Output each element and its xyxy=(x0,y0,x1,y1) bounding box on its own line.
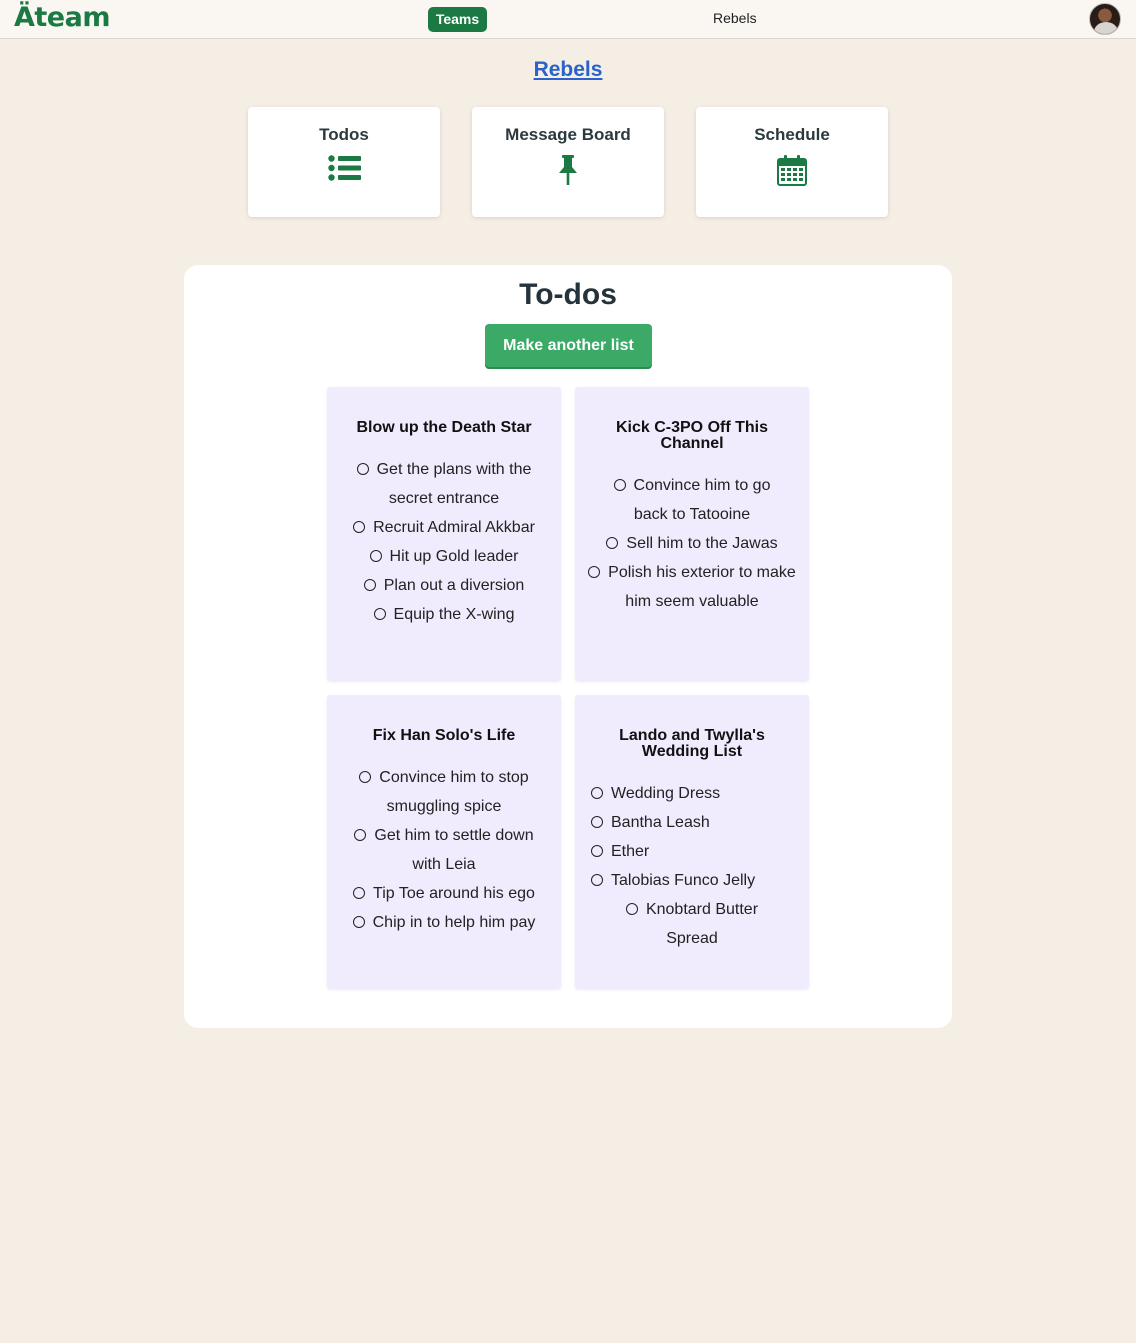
list-title: Kick C-3PO Off This Channel xyxy=(615,419,769,452)
todo-item[interactable]: Chip in to help him pay xyxy=(339,908,549,937)
todo-item[interactable]: Convince him to stop smuggling spice xyxy=(339,763,549,821)
checkbox-circle-icon[interactable] xyxy=(591,874,603,886)
tool-label: Message Board xyxy=(505,125,631,144)
todo-item[interactable]: Plan out a diversion xyxy=(339,571,549,600)
todo-item[interactable]: Knobtard Butter Spread xyxy=(587,895,797,953)
checkbox-circle-icon[interactable] xyxy=(352,916,365,928)
checkbox-circle-icon[interactable] xyxy=(625,903,638,915)
app-logo[interactable]: Äteam xyxy=(14,2,110,33)
todo-items: Convince him to go back to Tatooine Sell… xyxy=(587,471,797,616)
schedule-tool-card[interactable]: Schedule xyxy=(696,107,888,217)
todo-item[interactable]: Get him to settle down with Leia xyxy=(339,821,549,879)
top-nav: Äteam Teams Rebels xyxy=(0,0,1136,39)
pushpin-icon xyxy=(559,155,577,185)
todos-panel: To-dos Make another list Blow up the Dea… xyxy=(184,265,952,1028)
checkbox-circle-icon[interactable] xyxy=(356,463,369,475)
teams-button[interactable]: Teams xyxy=(428,7,487,32)
nav-team-link[interactable]: Rebels xyxy=(713,10,757,26)
user-avatar[interactable] xyxy=(1089,3,1121,35)
checkbox-circle-icon[interactable] xyxy=(363,579,376,591)
list-title: Fix Han Solo's Life xyxy=(372,727,516,744)
todo-item[interactable]: Ether xyxy=(587,837,797,866)
checkbox-circle-icon[interactable] xyxy=(591,845,603,857)
checkbox-circle-icon[interactable] xyxy=(606,537,619,549)
todo-list-card[interactable]: Kick C-3PO Off This Channel Convince him… xyxy=(575,387,809,681)
list-title: Lando and Twylla's Wedding List xyxy=(619,727,765,760)
checkbox-circle-icon[interactable] xyxy=(591,816,603,828)
todo-items: Convince him to stop smuggling spice Get… xyxy=(339,763,549,937)
todo-item[interactable]: Hit up Gold leader xyxy=(339,542,549,571)
todo-items: Wedding Dress Bantha Leash Ether Talobia… xyxy=(587,779,797,953)
checkbox-circle-icon[interactable] xyxy=(588,566,601,578)
checkbox-circle-icon[interactable] xyxy=(373,608,386,620)
checkbox-circle-icon[interactable] xyxy=(369,550,382,562)
list-title: Blow up the Death Star xyxy=(356,419,532,436)
checkbox-circle-icon[interactable] xyxy=(353,521,366,533)
todo-item[interactable]: Sell him to the Jawas xyxy=(587,529,797,558)
todo-list-card[interactable]: Fix Han Solo's Life Convince him to stop… xyxy=(327,695,561,989)
tool-label: Schedule xyxy=(754,125,830,144)
make-another-list-button[interactable]: Make another list xyxy=(485,324,652,367)
todo-item[interactable]: Get the plans with the secret entrance xyxy=(339,455,549,513)
todo-item[interactable]: Wedding Dress xyxy=(587,779,797,808)
todo-item[interactable]: Convince him to go back to Tatooine xyxy=(587,471,797,529)
todo-list-card[interactable]: Blow up the Death Star Get the plans wit… xyxy=(327,387,561,681)
checkbox-circle-icon[interactable] xyxy=(354,829,367,841)
message-board-tool-card[interactable]: Message Board xyxy=(472,107,664,217)
todo-item[interactable]: Talobias Funco Jelly xyxy=(587,866,797,895)
page-title: To-dos xyxy=(519,278,617,311)
todo-items: Get the plans with the secret entrance R… xyxy=(339,455,549,629)
checkbox-circle-icon[interactable] xyxy=(359,771,372,783)
todos-tool-card[interactable]: Todos xyxy=(248,107,440,217)
team-title-link[interactable]: Rebels xyxy=(0,58,1136,82)
checkbox-circle-icon[interactable] xyxy=(613,479,626,491)
todo-item[interactable]: Bantha Leash xyxy=(587,808,797,837)
list-icon xyxy=(327,155,361,181)
todo-item[interactable]: Tip Toe around his ego xyxy=(339,879,549,908)
checkbox-circle-icon[interactable] xyxy=(591,787,603,799)
todo-list-card[interactable]: Lando and Twylla's Wedding List Wedding … xyxy=(575,695,809,989)
tool-label: Todos xyxy=(319,125,369,144)
todo-item[interactable]: Recruit Admiral Akkbar xyxy=(339,513,549,542)
todo-item[interactable]: Polish his exterior to make him seem val… xyxy=(587,558,797,616)
todo-item[interactable]: Equip the X-wing xyxy=(339,600,549,629)
checkbox-circle-icon[interactable] xyxy=(353,887,366,899)
calendar-icon xyxy=(777,155,807,186)
